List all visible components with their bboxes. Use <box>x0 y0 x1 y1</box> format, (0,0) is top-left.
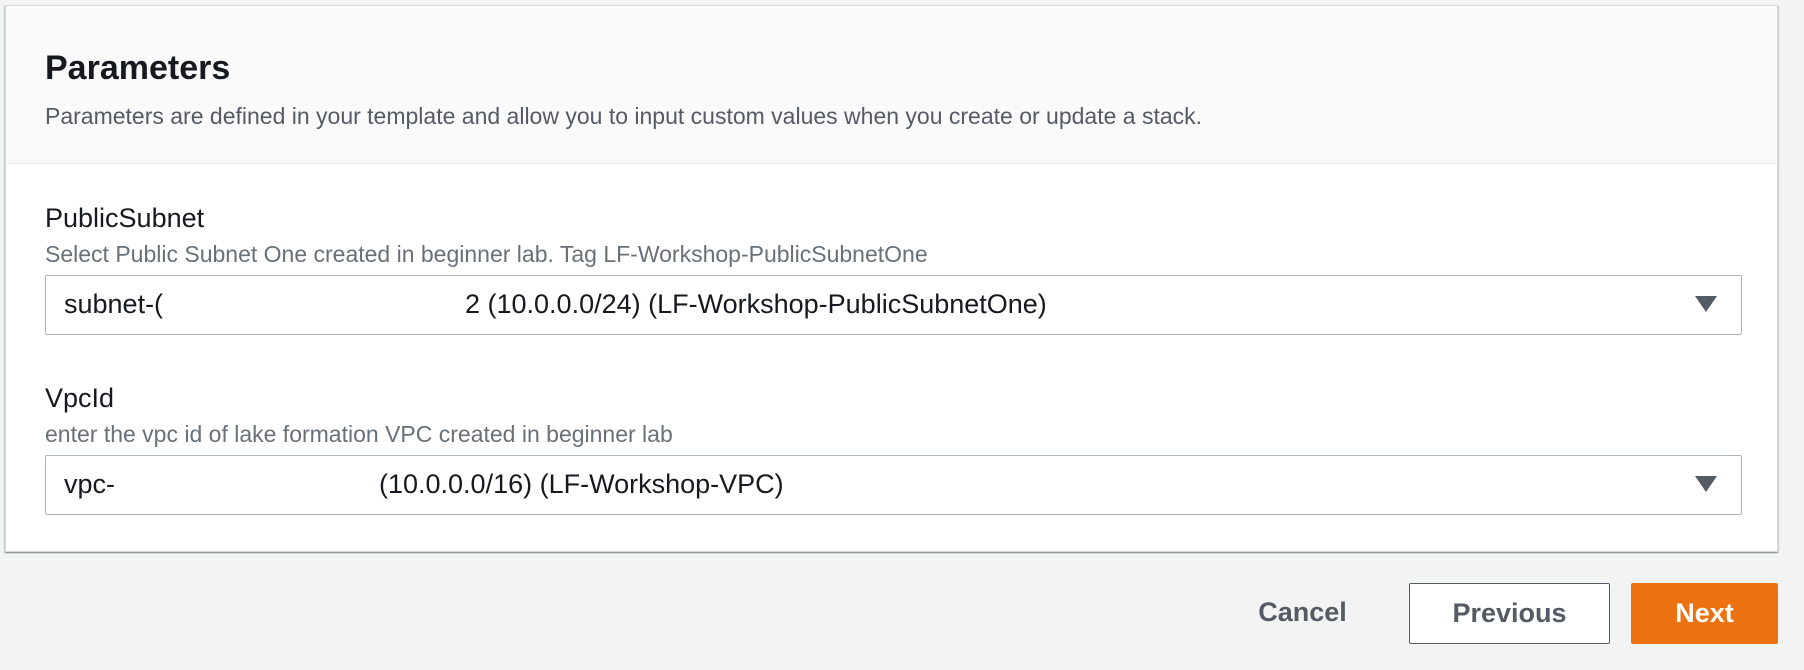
vpc-id-value-prefix: vpc- <box>64 469 116 499</box>
vpc-id-description: enter the vpc id of lake formation VPC c… <box>45 421 673 447</box>
panel-description: Parameters are defined in your template … <box>45 103 1203 129</box>
panel-header: Parameters Parameters are defined in you… <box>6 6 1777 164</box>
public-subnet-value-prefix: subnet-( <box>64 289 164 319</box>
vpc-id-label: VpcId <box>45 383 115 413</box>
vpc-id-value-suffix: (10.0.0.0/16) (LF-Workshop-VPC) <box>379 469 784 499</box>
previous-button[interactable]: Previous <box>1409 583 1610 644</box>
public-subnet-description: Select Public Subnet One created in begi… <box>45 241 928 267</box>
caret-down-icon <box>1695 476 1717 492</box>
panel-title: Parameters <box>45 49 231 87</box>
caret-down-icon <box>1695 296 1717 312</box>
public-subnet-label: PublicSubnet <box>45 203 205 233</box>
public-subnet-select[interactable]: subnet-( 2 (10.0.0.0/24) (LF-Workshop-Pu… <box>45 275 1742 335</box>
public-subnet-value-suffix: 2 (10.0.0.0/24) (LF-Workshop-PublicSubne… <box>465 289 1047 319</box>
next-button[interactable]: Next <box>1631 583 1778 644</box>
cancel-button[interactable]: Cancel <box>1240 583 1365 644</box>
redacted-region <box>172 282 472 327</box>
parameters-panel: Parameters Parameters are defined in you… <box>5 5 1778 552</box>
vpc-id-select[interactable]: vpc- (10.0.0.0/16) (LF-Workshop-VPC) <box>45 455 1742 515</box>
